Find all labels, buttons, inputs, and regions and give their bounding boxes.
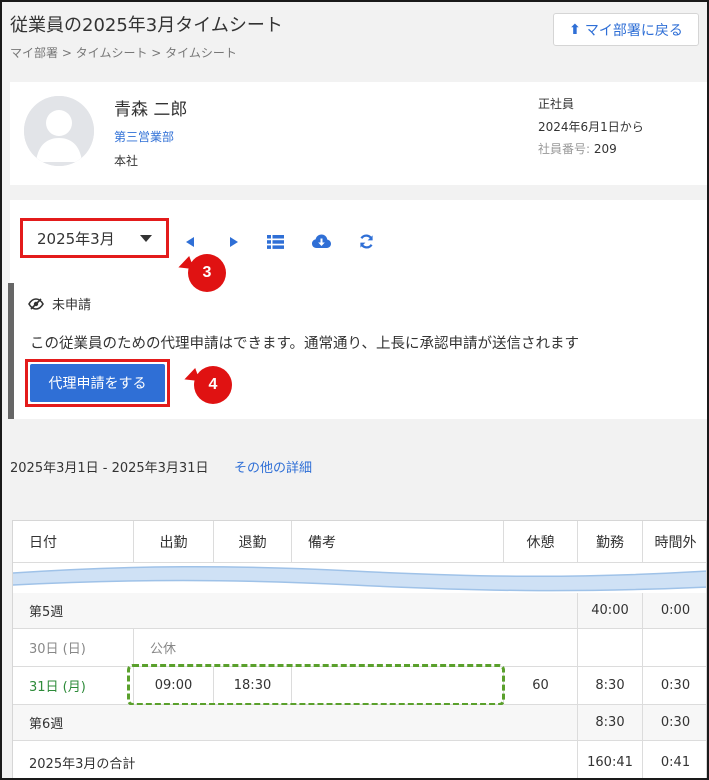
day31-overtime: 0:30: [660, 678, 691, 693]
eye-slash-icon: [28, 297, 44, 310]
caret-down-icon: [140, 234, 152, 242]
timesheet-table: 日付 出勤 退勤 備考 休憩 勤務 時間外 第5週 40:00 0:00 30日…: [12, 520, 707, 778]
day30-date: 30日 (日): [13, 629, 134, 666]
day31-date: 31日 (月): [13, 667, 134, 704]
header-overtime: 時間外: [654, 534, 697, 551]
header-work: 勤務: [578, 521, 643, 562]
step-badge-3: 3: [188, 254, 226, 292]
step-badge-4: 4: [194, 366, 232, 404]
table-header-row: 日付 出勤 退勤 備考 休憩 勤務 時間外: [13, 521, 706, 563]
header-date: 日付: [13, 521, 134, 562]
week6-overtime: 0:30: [660, 715, 691, 730]
employee-number-label: 社員番号:: [538, 142, 591, 156]
page-title: 従業員の2025年3月タイムシート: [10, 15, 283, 36]
table-break-wave: [13, 565, 706, 592]
header-clock-out: 退勤: [214, 521, 292, 562]
employment-start: 2024年6月1日から: [538, 120, 644, 134]
week6-work: 8:30: [578, 705, 643, 740]
person-silhouette-icon: [24, 96, 94, 166]
week5-row: 第5週 40:00 0:00: [13, 593, 706, 629]
triangle-right-icon[interactable]: [228, 236, 240, 248]
day30-overtime: [643, 629, 706, 666]
month-total-row: 2025年3月の合計 160:41 0:41: [13, 741, 706, 778]
month-total-label: 2025年3月の合計: [13, 741, 578, 778]
triangle-left-icon[interactable]: [184, 236, 196, 248]
employee-number-value: 209: [593, 142, 617, 156]
week6-label: 第6週: [13, 705, 578, 740]
timesheet-control-panel: 2025年3月 3 未申請 この従業員のための代理申請はできます。通常通り、上長…: [8, 200, 707, 419]
screenshot-frame: 従業員の2025年3月タイムシート マイ部署 > タイムシート > タイムシート…: [0, 0, 709, 780]
header-clock-in: 出勤: [134, 521, 214, 562]
month-select[interactable]: 2025年3月: [20, 218, 169, 258]
day30-work: [578, 629, 643, 666]
employee-department-link[interactable]: 第三営業部: [114, 128, 174, 145]
approval-status-label: 未申請: [52, 298, 92, 313]
day31-work: 8:30: [578, 667, 643, 704]
cloud-download-icon[interactable]: [312, 234, 331, 249]
employee-number: 社員番号: 209: [538, 140, 617, 157]
week5-work: 40:00: [578, 593, 643, 628]
day30-row[interactable]: 30日 (日) 公休: [13, 629, 706, 667]
month-total-work: 160:41: [578, 741, 643, 778]
employee-card: 青森 二郎 第三営業部 本社 正社員 2024年6月1日から 社員番号: 209: [10, 82, 707, 185]
status-indicator-bar: [8, 283, 14, 419]
week6-row: 第6週 8:30 0:30: [13, 705, 706, 741]
list-icon[interactable]: [267, 235, 284, 249]
period-range: 2025年3月1日 - 2025年3月31日: [10, 461, 209, 476]
header-note: 備考: [292, 521, 504, 562]
employee-name: 青森 二郎: [114, 100, 188, 120]
more-details-link[interactable]: その他の詳細: [234, 457, 312, 476]
month-total-overtime: 0:41: [660, 754, 691, 770]
week5-label: 第5週: [13, 593, 578, 628]
month-select-value: 2025年3月: [37, 229, 115, 248]
proxy-notice: この従業員のための代理申請はできます。通常通り、上長に承認申請が送信されます: [30, 336, 579, 352]
arrow-up-icon: ⬆︎: [569, 21, 581, 38]
employment-type: 正社員: [538, 97, 575, 111]
refresh-icon[interactable]: [359, 234, 374, 249]
header-break: 休憩: [504, 521, 578, 562]
proxy-button-highlight: 代理申請をする: [25, 359, 170, 407]
employee-office: 本社: [114, 154, 139, 168]
proxy-submit-button[interactable]: 代理申請をする: [30, 364, 165, 402]
day30-note: 公休: [134, 629, 578, 666]
approval-status: 未申請: [28, 294, 91, 313]
back-to-department-button[interactable]: ⬆︎ マイ部署に戻る: [553, 13, 699, 46]
breadcrumb[interactable]: マイ部署 > タイムシート > タイムシート: [10, 44, 237, 61]
back-button-label: マイ部署に戻る: [584, 22, 683, 39]
day31-break: 60: [504, 667, 578, 704]
clock-times-highlight: [127, 664, 505, 706]
week5-overtime: 0:00: [660, 603, 691, 618]
